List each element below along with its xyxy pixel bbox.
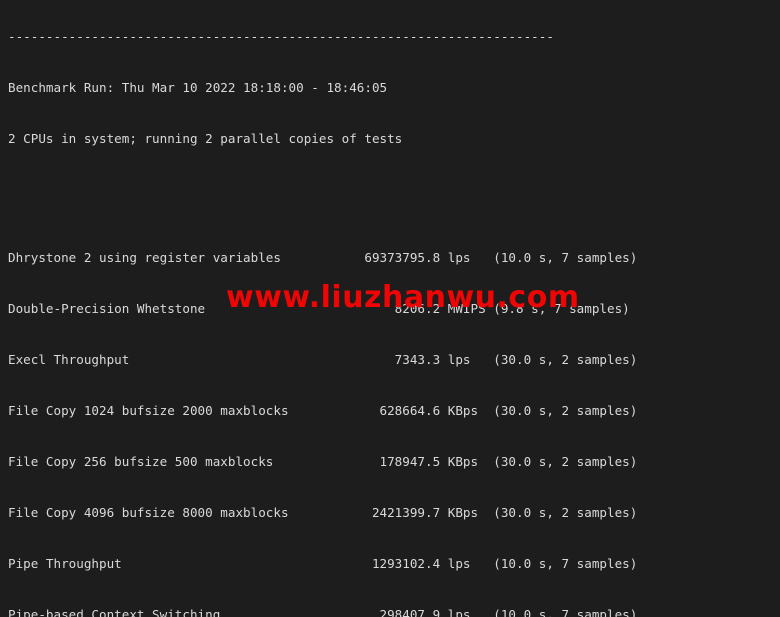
raw-result-row: Dhrystone 2 using register variables 693… <box>8 250 638 265</box>
terminal-output: ----------------------------------------… <box>8 0 637 617</box>
cpu-info-line: 2 CPUs in system; running 2 parallel cop… <box>8 131 403 146</box>
benchmark-run-line: Benchmark Run: Thu Mar 10 2022 18:18:00 … <box>8 80 388 95</box>
rule-top: ----------------------------------------… <box>8 29 554 44</box>
raw-result-row: Execl Throughput 7343.3 lps (30.0 s, 2 s… <box>8 352 638 367</box>
raw-result-row: File Copy 1024 bufsize 2000 maxblocks 62… <box>8 403 638 418</box>
raw-result-row: File Copy 256 bufsize 500 maxblocks 1789… <box>8 454 638 469</box>
raw-result-row: Double-Precision Whetstone 8206.2 MWIPS … <box>8 301 630 316</box>
raw-result-row: Pipe-based Context Switching 298407.9 lp… <box>8 607 638 617</box>
raw-result-row: File Copy 4096 bufsize 8000 maxblocks 24… <box>8 505 638 520</box>
raw-result-row: Pipe Throughput 1293102.4 lps (10.0 s, 7… <box>8 556 638 571</box>
terminal-window: ----------------------------------------… <box>0 0 780 617</box>
